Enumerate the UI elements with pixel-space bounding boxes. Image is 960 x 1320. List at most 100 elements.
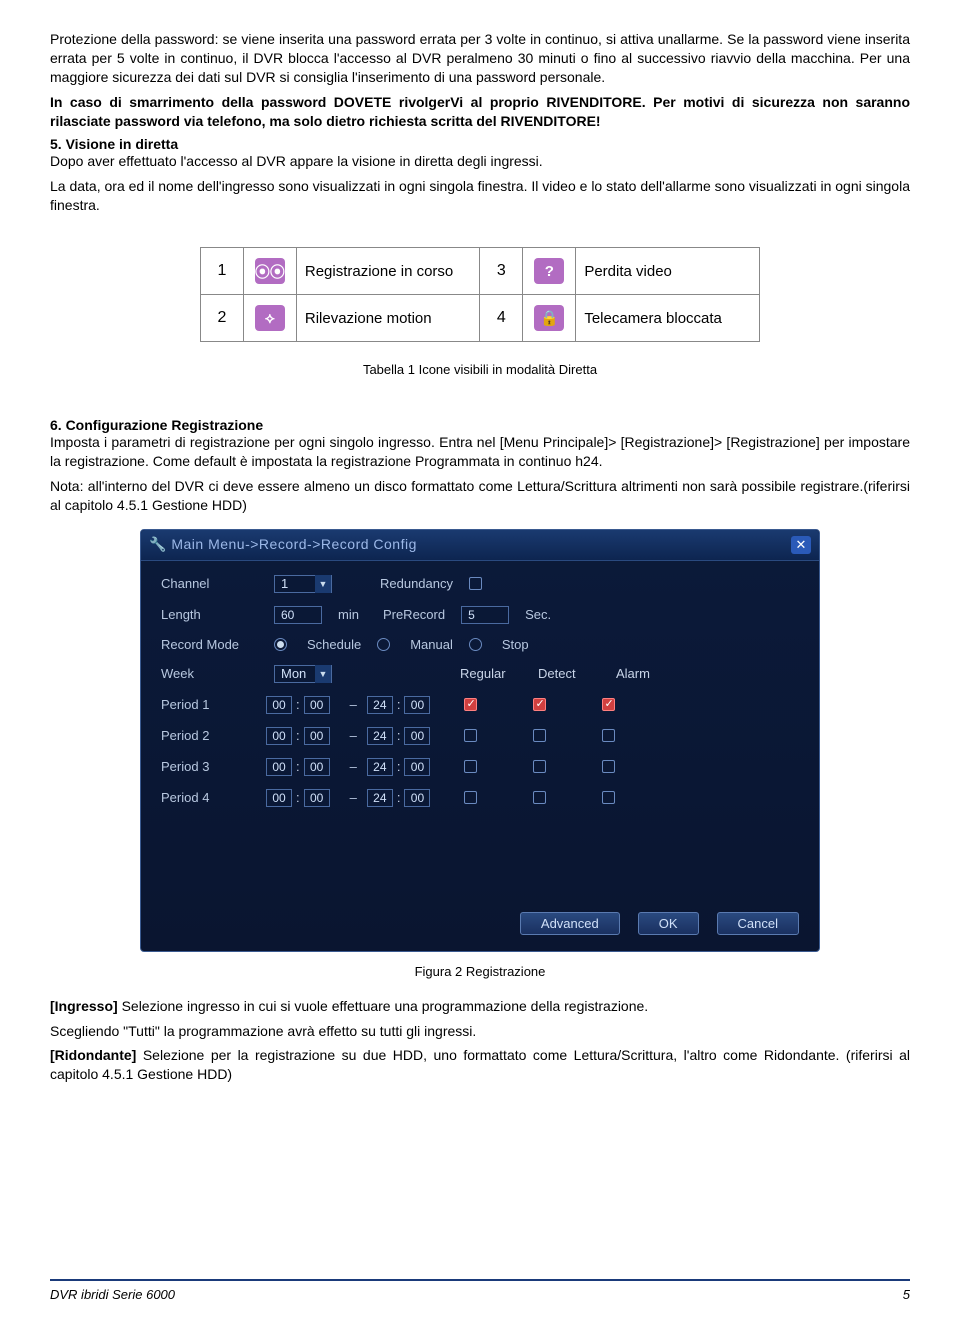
detect-col: Detect bbox=[538, 666, 608, 681]
page-footer: DVR ibridi Serie 6000 5 bbox=[50, 1279, 910, 1302]
closing-p2: Scegliendo "Tutti" la programmazione avr… bbox=[50, 1022, 910, 1041]
cell-1-num: 1 bbox=[201, 248, 244, 295]
cell-1-desc: Registrazione in corso bbox=[296, 248, 480, 295]
p3-end-m[interactable] bbox=[404, 758, 430, 776]
ingresso-label: [Ingresso] bbox=[50, 998, 118, 1014]
p1-start-m[interactable] bbox=[304, 696, 330, 714]
period2-row: Period 2 : – : bbox=[161, 727, 799, 745]
window-title-text: Main Menu->Record->Record Config bbox=[171, 536, 417, 552]
cell-2-desc: Rilevazione motion bbox=[296, 295, 480, 342]
period1-label: Period 1 bbox=[161, 697, 266, 712]
motion-icon: ⟡ bbox=[255, 305, 285, 331]
recordmode-label: Record Mode bbox=[161, 637, 266, 652]
ridondante-text: Selezione per la registrazione su due HD… bbox=[50, 1047, 910, 1082]
p1-regular-check[interactable] bbox=[464, 698, 477, 711]
week-value: Mon bbox=[275, 666, 315, 681]
cell-4-num: 4 bbox=[480, 295, 523, 342]
p4-alarm-check[interactable] bbox=[602, 791, 615, 804]
section6-p2: Nota: all'interno del DVR ci deve essere… bbox=[50, 477, 910, 515]
window-titlebar: 🔧 Main Menu->Record->Record Config ✕ bbox=[141, 530, 819, 561]
section5-title: 5. Visione in diretta bbox=[50, 136, 910, 152]
p3-detect-check[interactable] bbox=[533, 760, 546, 773]
period4-label: Period 4 bbox=[161, 790, 266, 805]
prerecord-input[interactable] bbox=[461, 606, 509, 624]
ridondante-label: [Ridondante] bbox=[50, 1047, 136, 1063]
p3-alarm-check[interactable] bbox=[602, 760, 615, 773]
length-label: Length bbox=[161, 607, 266, 622]
closing-p3: [Ridondante] Selezione per la registrazi… bbox=[50, 1046, 910, 1084]
manual-label: Manual bbox=[410, 637, 453, 652]
period2-label: Period 2 bbox=[161, 728, 266, 743]
p1-end-h[interactable] bbox=[367, 696, 393, 714]
cell-3-desc: Perdita video bbox=[576, 248, 760, 295]
section6-p1: Imposta i parametri di registrazione per… bbox=[50, 433, 910, 471]
table1-caption: Tabella 1 Icone visibili in modalità Dir… bbox=[50, 362, 910, 377]
cancel-button[interactable]: Cancel bbox=[717, 912, 799, 935]
p2-detect-check[interactable] bbox=[533, 729, 546, 742]
section6-title: 6. Configurazione Registrazione bbox=[50, 417, 910, 433]
p2-start-m[interactable] bbox=[304, 727, 330, 745]
p4-start-m[interactable] bbox=[304, 789, 330, 807]
week-label: Week bbox=[161, 666, 266, 681]
p4-end-h[interactable] bbox=[367, 789, 393, 807]
cell-3-num: 3 bbox=[480, 248, 523, 295]
chevron-down-icon: ▼ bbox=[315, 665, 331, 683]
schedule-radio[interactable] bbox=[274, 638, 287, 651]
manual-radio[interactable] bbox=[377, 638, 390, 651]
period4-row: Period 4 : – : bbox=[161, 789, 799, 807]
intro-paragraph-1: Protezione della password: se viene inse… bbox=[50, 30, 910, 87]
recording-icon: ⦿⦿ bbox=[255, 258, 285, 284]
icons-table: 1 ⦿⦿ Registrazione in corso 3 ? Perdita … bbox=[200, 247, 760, 342]
p3-start-h[interactable] bbox=[266, 758, 292, 776]
p3-end-h[interactable] bbox=[367, 758, 393, 776]
alarm-col: Alarm bbox=[616, 666, 650, 681]
p1-end-m[interactable] bbox=[404, 696, 430, 714]
channel-value: 1 bbox=[275, 576, 315, 591]
p4-detect-check[interactable] bbox=[533, 791, 546, 804]
p1-start-h[interactable] bbox=[266, 696, 292, 714]
p2-start-h[interactable] bbox=[266, 727, 292, 745]
closing-p1: [Ingresso] Selezione ingresso in cui si … bbox=[50, 997, 910, 1016]
question-icon: ? bbox=[534, 258, 564, 284]
min-label: min bbox=[338, 607, 359, 622]
p4-end-m[interactable] bbox=[404, 789, 430, 807]
ok-button[interactable]: OK bbox=[638, 912, 699, 935]
sec-label: Sec. bbox=[525, 607, 551, 622]
p2-end-m[interactable] bbox=[404, 727, 430, 745]
p2-alarm-check[interactable] bbox=[602, 729, 615, 742]
stop-label: Stop bbox=[502, 637, 529, 652]
length-input[interactable] bbox=[274, 606, 322, 624]
channel-dropdown[interactable]: 1 ▼ bbox=[274, 575, 332, 593]
p2-regular-check[interactable] bbox=[464, 729, 477, 742]
redundancy-checkbox[interactable] bbox=[469, 577, 482, 590]
p3-start-m[interactable] bbox=[304, 758, 330, 776]
regular-col: Regular bbox=[460, 666, 530, 681]
stop-radio[interactable] bbox=[469, 638, 482, 651]
p4-regular-check[interactable] bbox=[464, 791, 477, 804]
intro-paragraph-2: In caso di smarrimento della password DO… bbox=[50, 93, 910, 131]
period3-row: Period 3 : – : bbox=[161, 758, 799, 776]
cell-2-num: 2 bbox=[201, 295, 244, 342]
window-title: 🔧 Main Menu->Record->Record Config bbox=[149, 536, 417, 553]
page-number: 5 bbox=[903, 1287, 910, 1302]
p4-start-h[interactable] bbox=[266, 789, 292, 807]
redundancy-label: Redundancy bbox=[380, 576, 453, 591]
record-config-window: 🔧 Main Menu->Record->Record Config ✕ Cha… bbox=[140, 529, 820, 952]
period1-row: Period 1 : – : bbox=[161, 696, 799, 714]
chevron-down-icon: ▼ bbox=[315, 575, 331, 593]
schedule-label: Schedule bbox=[307, 637, 361, 652]
close-button[interactable]: ✕ bbox=[791, 536, 811, 554]
footer-title: DVR ibridi Serie 6000 bbox=[50, 1287, 175, 1302]
section5-p2: La data, ora ed il nome dell'ingresso so… bbox=[50, 177, 910, 215]
prerecord-label: PreRecord bbox=[383, 607, 445, 622]
ingresso-text: Selezione ingresso in cui si vuole effet… bbox=[118, 998, 649, 1014]
week-dropdown[interactable]: Mon ▼ bbox=[274, 665, 332, 683]
lock-icon: 🔒 bbox=[534, 305, 564, 331]
p1-alarm-check[interactable] bbox=[602, 698, 615, 711]
advanced-button[interactable]: Advanced bbox=[520, 912, 620, 935]
p3-regular-check[interactable] bbox=[464, 760, 477, 773]
figure2-caption: Figura 2 Registrazione bbox=[50, 964, 910, 979]
p2-end-h[interactable] bbox=[367, 727, 393, 745]
p1-detect-check[interactable] bbox=[533, 698, 546, 711]
channel-label: Channel bbox=[161, 576, 266, 591]
